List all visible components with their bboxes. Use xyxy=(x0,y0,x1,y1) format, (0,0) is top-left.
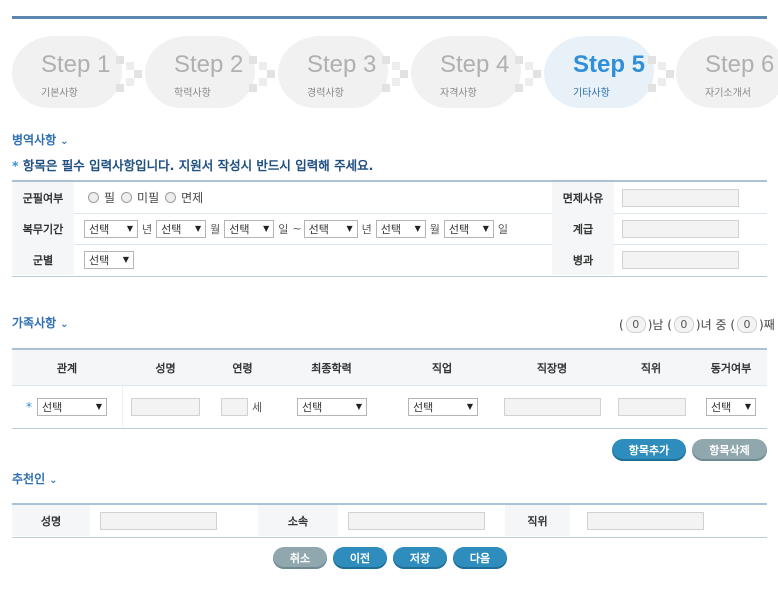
step-4[interactable]: Step 4 자격사항 xyxy=(411,36,543,112)
step-arrow-icon xyxy=(116,52,144,92)
save-button[interactable]: 저장 xyxy=(393,547,447,569)
family-header-row: 관계 성명 연령 최종학력 직업 직장명 직위 동거여부 xyxy=(12,350,767,386)
referrer-section-title[interactable]: 추천인 ⌄ xyxy=(12,470,58,487)
step-title: Step 1 xyxy=(41,51,111,78)
col-job: 직업 xyxy=(387,350,498,385)
family-row: * 선택 ▼ 세 선택 ▼ 선택 ▼ 선택 ▼ xyxy=(12,386,767,427)
rank-input[interactable] xyxy=(622,219,739,238)
family-count: (0) 남 (0) 녀 중 (0) 째 xyxy=(619,316,775,333)
chevron-down-icon: ⌄ xyxy=(60,136,69,147)
required-note: * 항목은 필수 입력사항입니다. 지원서 작성시 반드시 입력해 주세요. xyxy=(12,158,374,173)
step-arrow-icon xyxy=(382,52,410,92)
step-2[interactable]: Step 2 학력사항 xyxy=(145,36,277,112)
step-indicator: Step 1 기본사항 Step 2 학력사항 Step 3 경력사항 Step… xyxy=(0,36,778,112)
exempt-reason-label: 면제사유 xyxy=(552,182,614,213)
step-title: Step 6 xyxy=(705,51,775,78)
military-row-branch: 군별 선택 ▼ 병과 xyxy=(12,244,767,275)
birth-order-input[interactable]: 0 xyxy=(737,316,758,333)
next-button[interactable]: 다음 xyxy=(453,547,507,569)
step-subtitle: 학력사항 xyxy=(174,88,211,99)
step-subtitle: 자기소개서 xyxy=(705,88,751,99)
referrer-position-input[interactable] xyxy=(587,511,704,530)
cohabit-select[interactable]: 선택 ▼ xyxy=(706,397,756,416)
step-subtitle: 경력사항 xyxy=(307,88,344,99)
end-month-select[interactable]: 선택 ▼ xyxy=(375,219,426,238)
delete-row-button[interactable]: 항목삭제 xyxy=(692,439,767,461)
step-subtitle: 기타사항 xyxy=(573,88,610,99)
step-arrow-icon xyxy=(249,52,277,92)
period-label: 복무기간 xyxy=(12,213,74,244)
add-row-button[interactable]: 항목추가 xyxy=(612,439,686,461)
female-count-input[interactable]: 0 xyxy=(673,316,694,333)
step-title: Step 5 xyxy=(573,51,646,78)
end-year-select[interactable]: 선택 ▼ xyxy=(303,219,358,238)
step-title: Step 2 xyxy=(174,51,244,78)
job-select[interactable]: 선택 ▼ xyxy=(408,397,478,416)
step-arrow-icon xyxy=(648,52,676,92)
military-row-status: 군필여부 필 미필 면제 면제사유 xyxy=(12,182,767,214)
family-table: 관계 성명 연령 최종학력 직업 직장명 직위 동거여부 * 선택 ▼ 세 선택 ▼… xyxy=(12,348,767,429)
step-6[interactable]: Step 6 자기소개서 xyxy=(676,36,778,112)
age-input[interactable] xyxy=(221,397,248,416)
start-day-select[interactable]: 선택 ▼ xyxy=(224,219,275,238)
col-workplace: 직장명 xyxy=(497,350,608,385)
step-5[interactable]: Step 5 기타사항 xyxy=(544,36,676,112)
step-title: Step 3 xyxy=(307,51,377,78)
branch-select[interactable]: 선택 ▼ xyxy=(84,250,134,269)
end-day-select[interactable]: 선택 ▼ xyxy=(443,219,494,238)
col-cohabit: 동거여부 xyxy=(695,350,767,385)
cancel-button[interactable]: 취소 xyxy=(273,547,327,569)
referrer-name-input[interactable] xyxy=(100,511,217,530)
step-subtitle: 자격사항 xyxy=(440,88,477,99)
referrer-table: 성명 소속 직위 xyxy=(12,503,767,538)
referrer-affiliation-label: 소속 xyxy=(258,505,338,536)
military-section-title[interactable]: 병역사항 ⌄ xyxy=(12,131,69,148)
col-age: 연령 xyxy=(209,350,277,385)
step-1[interactable]: Step 1 기본사항 xyxy=(12,36,144,112)
step-3[interactable]: Step 3 경력사항 xyxy=(278,36,410,112)
col-education: 최종학력 xyxy=(276,350,388,385)
specialty-input[interactable] xyxy=(622,250,739,269)
step-arrow-icon xyxy=(515,52,543,92)
branch-label: 군별 xyxy=(12,244,74,275)
military-row-period: 복무기간 선택 ▼ 년 선택 ▼ 월 선택 ▼ 일 ~ 선택 ▼ 년 선택 ▼ 월 선택 ▼… xyxy=(12,213,767,245)
exempt-reason-input[interactable] xyxy=(622,188,739,207)
referrer-row: 성명 소속 직위 xyxy=(12,505,767,536)
start-year-select[interactable]: 선택 ▼ xyxy=(84,219,138,238)
step-subtitle: 기본사항 xyxy=(41,88,78,99)
required-star: * xyxy=(12,158,19,173)
referrer-name-label: 성명 xyxy=(12,505,90,536)
military-table: 군필여부 필 미필 면제 면제사유 복무기간 선택 ▼ 년 선택 ▼ 월 선택 ▼ 일… xyxy=(12,180,767,277)
family-section-title[interactable]: 가족사항 ⌄ xyxy=(12,314,69,331)
prev-button[interactable]: 이전 xyxy=(333,547,387,569)
required-star: * xyxy=(26,399,32,414)
top-rule xyxy=(12,16,767,19)
male-count-input[interactable]: 0 xyxy=(625,316,646,333)
radio-served[interactable] xyxy=(88,192,99,203)
referrer-affiliation-input[interactable] xyxy=(348,511,485,530)
status-radio-group: 필 미필 면제 xyxy=(88,182,209,213)
chevron-down-icon: ⌄ xyxy=(49,475,58,486)
education-select[interactable]: 선택 ▼ xyxy=(297,397,367,416)
chevron-down-icon: ⌄ xyxy=(60,319,69,330)
radio-exempt[interactable] xyxy=(165,192,177,203)
position-input[interactable] xyxy=(618,397,686,416)
radio-not-served[interactable] xyxy=(121,192,133,203)
status-label: 군필여부 xyxy=(12,182,74,213)
workplace-input[interactable] xyxy=(504,397,601,416)
col-relation: 관계 xyxy=(12,350,123,385)
relation-select[interactable]: 선택 ▼ xyxy=(37,397,107,416)
period-selects: 선택 ▼ 년 선택 ▼ 월 선택 ▼ 일 ~ 선택 ▼ 년 선택 ▼ 월 선택 ▼ 일 xyxy=(84,213,512,244)
specialty-label: 병과 xyxy=(552,244,614,275)
step-title: Step 4 xyxy=(440,51,510,78)
family-name-input[interactable] xyxy=(131,397,200,416)
start-month-select[interactable]: 선택 ▼ xyxy=(156,219,207,238)
referrer-position-label: 직위 xyxy=(505,505,570,536)
rank-label: 계급 xyxy=(552,213,614,244)
col-position: 직위 xyxy=(607,350,696,385)
col-name: 성명 xyxy=(122,350,210,385)
